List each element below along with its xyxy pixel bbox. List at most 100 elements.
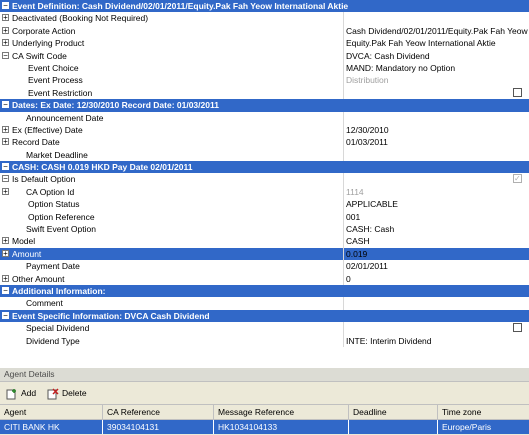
collapse-icon[interactable]: − (2, 2, 9, 10)
field-value[interactable]: Equity.Pak Fah Yeow International Aktie (346, 37, 496, 49)
expand-icon[interactable]: + (2, 274, 9, 282)
column-divider (343, 334, 344, 347)
field-row-payment-date[interactable]: Payment Date 02/01/2011 (0, 260, 529, 273)
column-divider (343, 247, 344, 261)
agent-toolbar: Add Delete (0, 382, 529, 404)
field-value[interactable]: APPLICABLE (346, 198, 398, 210)
cell-message-reference: HK1034104133 (214, 420, 349, 434)
field-label: Event Process (28, 75, 83, 86)
field-row-ca-swift-code[interactable]: − CA Swift Code DVCA: Cash Dividend (0, 49, 529, 62)
section-header[interactable]: − Event Definition: Cash Dividend/02/01/2… (0, 0, 529, 13)
add-button-label: Add (21, 388, 37, 398)
field-row-model[interactable]: + Model CASH (0, 235, 529, 248)
column-header-time-zone[interactable]: Time zone (438, 405, 529, 419)
field-row-option-status[interactable]: Option Status APPLICABLE (0, 198, 529, 211)
collapse-icon[interactable]: − (2, 101, 9, 109)
expand-icon[interactable]: + (2, 249, 9, 257)
field-row-dividend-type[interactable]: Dividend Type INTE: Interim Dividend (0, 334, 529, 347)
collapse-icon[interactable]: − (2, 286, 9, 294)
column-divider (343, 37, 344, 50)
checkbox[interactable] (513, 323, 522, 333)
column-divider (343, 61, 344, 75)
cell-deadline (349, 420, 438, 434)
field-row-comment[interactable]: Comment (0, 297, 529, 310)
field-label: Underlying Product (12, 38, 85, 49)
field-row-amount[interactable]: + Amount 0.019 (0, 247, 529, 261)
agent-details-title: Agent Details (0, 368, 529, 382)
field-value[interactable]: CASH (346, 235, 370, 247)
field-row-corporate-action[interactable]: + Corporate Action Cash Dividend/02/01/201… (0, 24, 529, 38)
expand-icon[interactable]: + (2, 39, 9, 47)
field-value[interactable]: MAND: Mandatory no Option (346, 62, 455, 74)
agent-table-header: Agent CA Reference Message Reference Dea… (0, 404, 529, 420)
checkbox[interactable] (513, 173, 522, 186)
field-label: Event Choice (28, 62, 79, 73)
agent-table-row[interactable]: CITI BANK HK 39034104131 HK1034104133 Eu… (0, 420, 529, 434)
field-row-event-process[interactable]: Event Process Distribution (0, 74, 529, 87)
delete-button[interactable]: Delete (47, 386, 87, 400)
column-header-deadline[interactable]: Deadline (349, 405, 438, 419)
field-value[interactable]: Distribution (346, 74, 389, 86)
expand-icon[interactable]: + (2, 26, 9, 34)
field-value[interactable]: INTE: Interim Dividend (346, 335, 432, 347)
field-row-special-dividend[interactable]: Special Dividend (0, 322, 529, 335)
field-label: Deactivated (Booking Not Required) (12, 13, 149, 24)
column-header-ca-reference[interactable]: CA Reference (103, 405, 214, 419)
field-value[interactable]: 02/01/2011 (346, 260, 388, 272)
field-row-record-date[interactable]: + Record Date 01/03/2011 (0, 136, 529, 149)
section-header[interactable]: − Dates: Ex Date: 12/30/2010 Record Date:… (0, 99, 529, 112)
field-row-other-amount[interactable]: + Other Amount 0 (0, 272, 529, 285)
add-button[interactable]: Add (6, 386, 36, 400)
field-value[interactable]: 1114 (346, 186, 364, 198)
field-label: Market Deadline (26, 149, 88, 160)
expand-icon[interactable]: + (2, 14, 9, 22)
field-row-underlying-product[interactable]: + Underlying Product Equity.Pak Fah Yeow I… (0, 37, 529, 50)
field-label: Option Status (28, 199, 80, 210)
column-header-message-reference[interactable]: Message Reference (214, 405, 349, 419)
field-value[interactable]: DVCA: Cash Dividend (346, 50, 430, 62)
field-label: Event Restriction (28, 87, 93, 98)
section-title: Dates: Ex Date: 12/30/2010 Record Date: … (12, 100, 219, 111)
field-row-ex-effective-date[interactable]: + Ex (Effective) Date 12/30/2010 (0, 123, 529, 137)
field-row-market-deadline[interactable]: Market Deadline (0, 148, 529, 162)
section-header[interactable]: − Event Specific Information: DVCA Cash D… (0, 309, 529, 323)
collapse-icon[interactable]: − (2, 311, 9, 319)
collapse-icon[interactable]: − (2, 175, 9, 183)
delete-button-label: Delete (62, 388, 87, 398)
expand-icon[interactable]: + (2, 237, 9, 245)
collapse-icon[interactable]: − (2, 163, 9, 171)
column-divider (343, 136, 344, 149)
section-header[interactable]: − Additional Information: (0, 284, 529, 298)
section-title: Event Definition: Cash Dividend/02/01/20… (12, 1, 349, 11)
section-title: Event Specific Information: DVCA Cash Di… (12, 310, 210, 321)
field-value[interactable]: 0 (346, 273, 351, 285)
corporate-action-property-grid: − Event Definition: Cash Dividend/02/01/2… (0, 0, 529, 347)
field-value[interactable]: CASH: Cash (346, 223, 394, 235)
field-value[interactable]: 001 (346, 211, 360, 223)
field-row-swift-event-option[interactable]: Swift Event Option CASH: Cash (0, 223, 529, 236)
field-row-ca-option-id[interactable]: + CA Option Id 1114 (0, 185, 529, 199)
expand-icon[interactable]: + (2, 138, 9, 146)
field-label: Ex (Effective) Date (12, 124, 83, 135)
section-header[interactable]: − CASH: CASH 0.019 HKD Pay Date 02/01/201… (0, 161, 529, 174)
field-label: Option Reference (28, 211, 95, 222)
field-row-deactivated-booking-not-requir[interactable]: + Deactivated (Booking Not Required) (0, 12, 529, 25)
column-header-agent[interactable]: Agent (0, 405, 103, 419)
field-label: Model (12, 236, 36, 247)
collapse-icon[interactable]: − (2, 51, 9, 59)
field-row-announcement-date[interactable]: Announcement Date (0, 111, 529, 124)
field-row-is-default-option[interactable]: − Is Default Option (0, 173, 529, 186)
column-divider (343, 185, 344, 199)
field-row-event-choice[interactable]: Event Choice MAND: Mandatory no Option (0, 61, 529, 75)
expand-icon[interactable]: + (2, 187, 9, 195)
field-value[interactable]: Cash Dividend/02/01/2011/Equity.Pak Fah … (346, 25, 528, 37)
field-label: Is Default Option (12, 174, 76, 185)
field-value[interactable]: 12/30/2010 (346, 124, 389, 136)
field-value[interactable]: 0.019 (346, 248, 367, 260)
field-value[interactable]: 01/03/2011 (346, 136, 388, 148)
column-divider (343, 24, 344, 38)
field-row-event-restriction[interactable]: Event Restriction (0, 86, 529, 100)
expand-icon[interactable]: + (2, 125, 9, 133)
checkbox[interactable] (513, 87, 522, 97)
field-row-option-reference[interactable]: Option Reference 001 (0, 210, 529, 224)
